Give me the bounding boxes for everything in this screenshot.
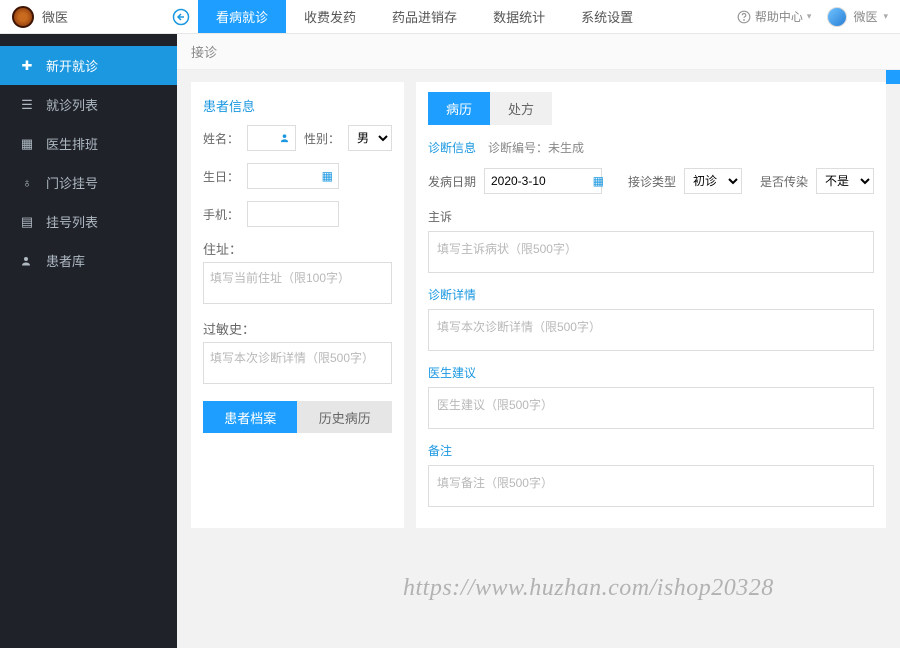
help-label: 帮助中心 — [755, 8, 803, 25]
user-icon — [20, 255, 34, 267]
chief-complaint-label: 主诉 — [428, 208, 874, 225]
help-icon — [737, 10, 751, 24]
address-label: 住址： — [203, 239, 392, 258]
app-logo-icon — [12, 6, 34, 28]
exit-icon[interactable] — [168, 4, 194, 30]
register-icon: ♁ — [20, 175, 34, 190]
topnav-billing[interactable]: 收费发药 — [286, 0, 374, 33]
tab-patient-file[interactable]: 患者档案 — [203, 401, 297, 433]
watermark: https://www.huzhan.com/ishop20328 — [403, 575, 774, 602]
onset-date-input[interactable] — [484, 168, 602, 194]
sidebar-item-new-visit[interactable]: ✚ 新开就诊 — [0, 46, 177, 85]
diag-detail-label: 诊断详情 — [428, 286, 874, 303]
avatar-icon — [827, 7, 847, 27]
diag-no-label: 诊断编号： — [488, 141, 548, 155]
top-nav: 看病就诊 收费发药 药品进销存 数据统计 系统设置 — [198, 0, 651, 33]
sidebar-item-label: 门诊挂号 — [46, 173, 98, 192]
topnav-inventory[interactable]: 药品进销存 — [374, 0, 475, 33]
diag-detail-textarea[interactable] — [428, 309, 874, 351]
sidebar-item-register[interactable]: ♁ 门诊挂号 — [0, 163, 177, 202]
table-icon: ▤ — [20, 214, 34, 230]
brand-name: 微医 — [42, 7, 68, 26]
sidebar-item-register-list[interactable]: ▤ 挂号列表 — [0, 202, 177, 241]
sidebar-item-label: 挂号列表 — [46, 212, 98, 231]
sidebar-item-visit-list[interactable]: ☰ 就诊列表 — [0, 85, 177, 124]
record-panel: 病历 处方 诊断信息 诊断编号：未生成 发病日期 ▦ 接诊类型 初诊 是否传染 … — [416, 82, 886, 528]
patient-sub-tabs: 患者档案 历史病历 — [203, 401, 392, 433]
help-link[interactable]: 帮助中心 ▾ — [737, 8, 812, 25]
advice-label: 医生建议 — [428, 364, 874, 381]
chevron-down-icon: ▾ — [807, 11, 812, 22]
visit-type-label: 接诊类型 — [628, 173, 676, 190]
chief-complaint-textarea[interactable] — [428, 231, 874, 273]
calendar-icon: ▦ — [20, 136, 34, 152]
visit-type-select[interactable]: 初诊 — [684, 168, 742, 194]
gender-select[interactable]: 男 — [348, 125, 392, 151]
gender-label: 性别： — [304, 130, 340, 147]
breadcrumb-label: 接诊 — [191, 42, 217, 61]
tab-medical-record[interactable]: 病历 — [428, 92, 490, 125]
allergy-label: 过敏史： — [203, 319, 392, 338]
sidebar-item-label: 患者库 — [46, 251, 85, 270]
address-textarea[interactable] — [203, 262, 392, 304]
sidebar-item-label: 就诊列表 — [46, 95, 98, 114]
diag-info-label: 诊断信息 — [428, 139, 476, 156]
topnav-settings[interactable]: 系统设置 — [563, 0, 651, 33]
birth-label: 生日： — [203, 168, 239, 185]
infectious-label: 是否传染 — [760, 173, 808, 190]
content: 接诊 患者信息 姓名： 性别： 男 生日： ▦ — [177, 34, 900, 648]
birth-input[interactable] — [247, 163, 339, 189]
advice-textarea[interactable] — [428, 387, 874, 429]
sidebar-item-label: 医生排班 — [46, 134, 98, 153]
clipboard-icon: ✚ — [20, 58, 34, 74]
chevron-down-icon: ▾ — [883, 11, 888, 22]
user-label: 微医 — [853, 8, 877, 25]
onset-date-label: 发病日期 — [428, 173, 476, 190]
breadcrumb: 接诊 — [177, 34, 900, 70]
name-input[interactable] — [247, 125, 296, 151]
list-icon: ☰ — [20, 97, 34, 113]
patient-panel: 患者信息 姓名： 性别： 男 生日： ▦ 手机： — [191, 82, 404, 528]
tab-history-record[interactable]: 历史病历 — [297, 401, 391, 433]
sidebar-item-label: 新开就诊 — [46, 56, 98, 75]
allergy-textarea[interactable] — [203, 342, 392, 384]
topnav-stats[interactable]: 数据统计 — [475, 0, 563, 33]
name-label: 姓名： — [203, 130, 239, 147]
phone-label: 手机： — [203, 206, 239, 223]
record-tabs: 病历 处方 — [428, 92, 874, 125]
side-marker — [886, 70, 900, 84]
phone-input[interactable] — [247, 201, 339, 227]
infectious-select[interactable]: 不是 — [816, 168, 874, 194]
sidebar: ✚ 新开就诊 ☰ 就诊列表 ▦ 医生排班 ♁ 门诊挂号 ▤ 挂号列表 患者库 — [0, 34, 177, 648]
remark-label: 备注 — [428, 442, 874, 459]
sidebar-item-patients[interactable]: 患者库 — [0, 241, 177, 280]
patient-title: 患者信息 — [203, 96, 392, 115]
sidebar-item-schedule[interactable]: ▦ 医生排班 — [0, 124, 177, 163]
topbar: 微医 看病就诊 收费发药 药品进销存 数据统计 系统设置 帮助中心 ▾ 微医 ▾ — [0, 0, 900, 34]
topnav-diagnosis[interactable]: 看病就诊 — [198, 0, 286, 33]
tab-prescription[interactable]: 处方 — [490, 92, 552, 125]
user-menu[interactable]: 微医 ▾ — [827, 7, 888, 27]
remark-textarea[interactable] — [428, 465, 874, 507]
diag-no-value: 未生成 — [548, 141, 584, 155]
